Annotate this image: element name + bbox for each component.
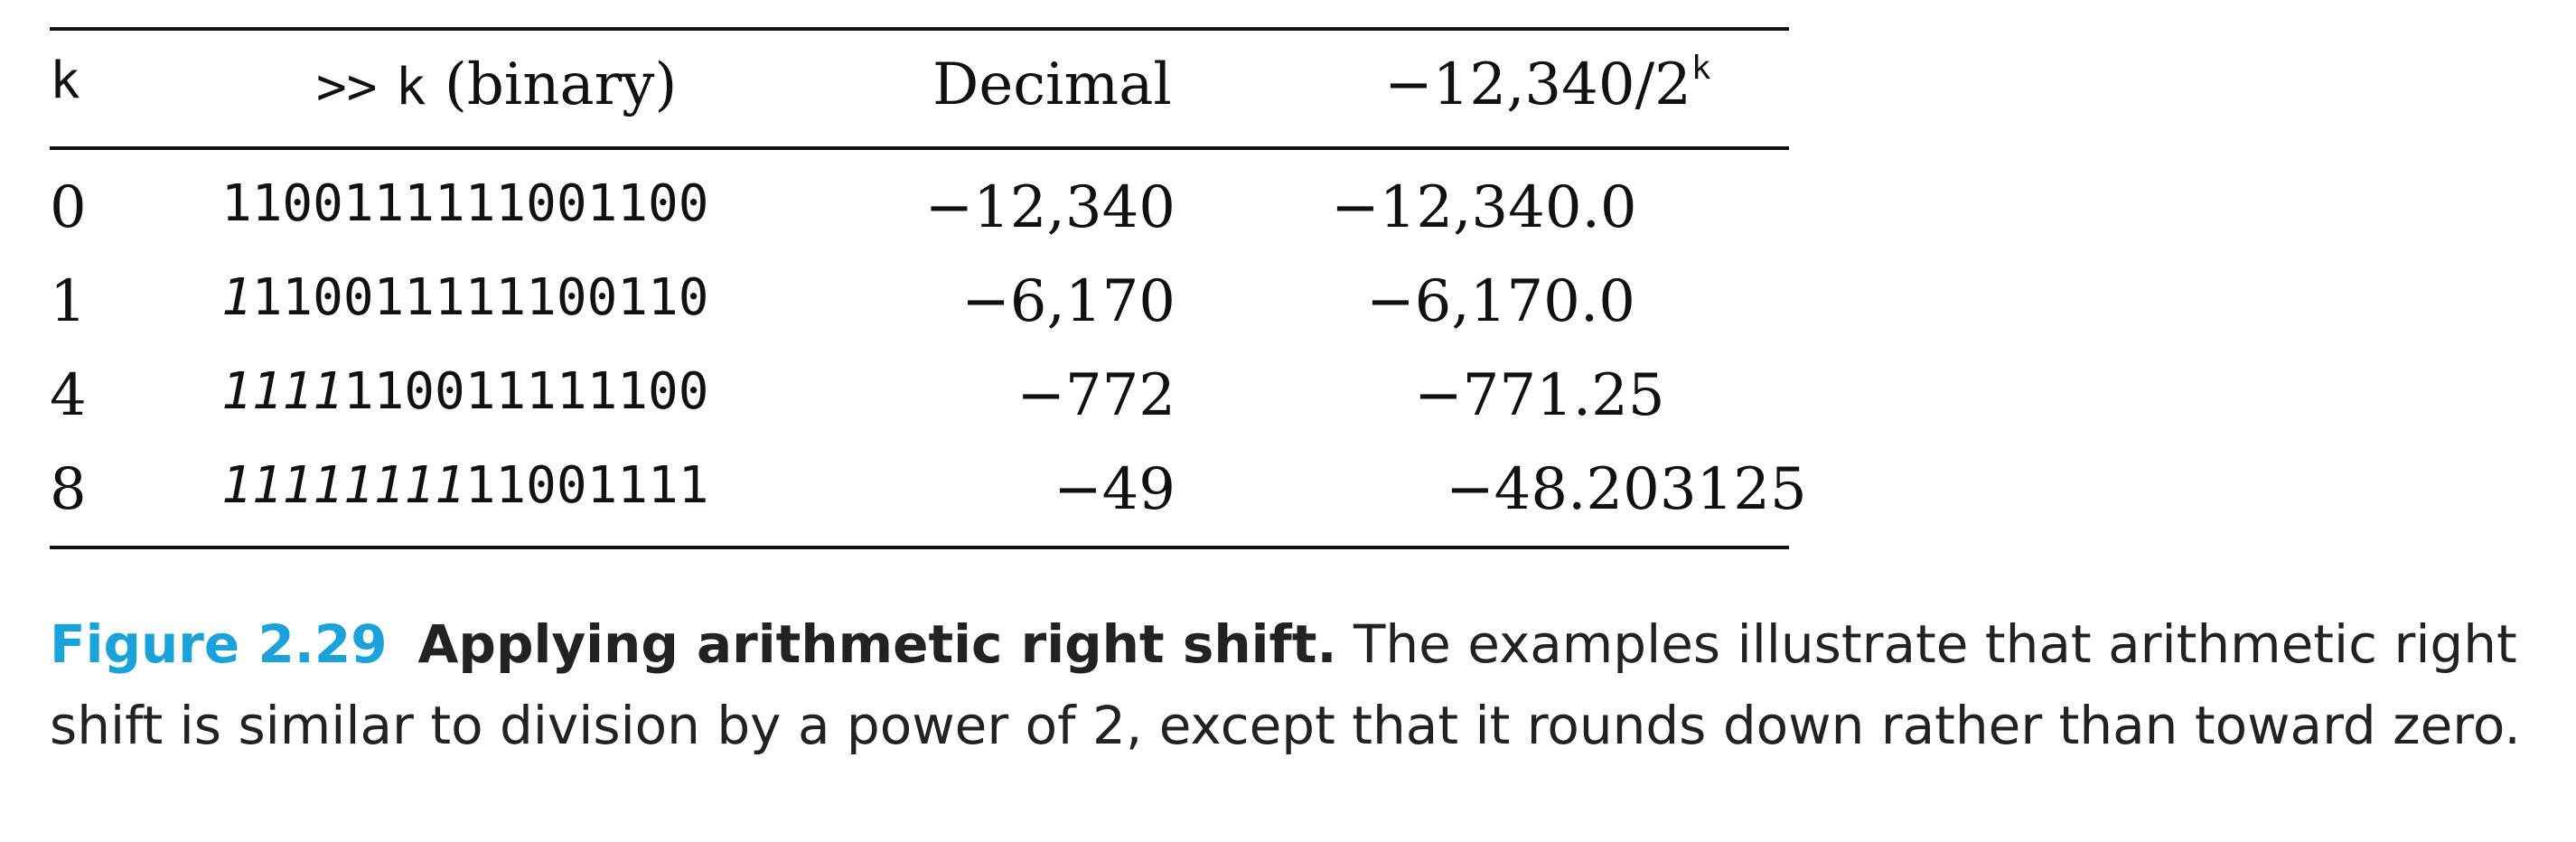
row-0-k: 0 — [50, 174, 87, 241]
row-2-binary-shifted: 1111 — [221, 362, 343, 421]
row-3-binary: 1111111111001111 — [221, 461, 708, 511]
header-division: −12,340/2k — [1384, 52, 1711, 115]
row-1-k: 1 — [50, 268, 87, 335]
row-3-k: 8 — [50, 456, 87, 523]
top-rule — [50, 27, 1789, 31]
row-2-decimal: −772 — [1016, 362, 1176, 429]
row-2-k: 4 — [50, 362, 87, 429]
row-3-binary-rest: 11001111 — [464, 456, 709, 515]
row-3-binary-shifted: 11111111 — [221, 456, 465, 515]
row-3-division: −48.203125 — [1446, 456, 1807, 523]
row-1-binary-shifted: 1 — [221, 268, 252, 327]
header-rule — [50, 146, 1789, 150]
bottom-rule — [50, 546, 1789, 549]
figure-title: Applying arithmetic right shift. — [417, 613, 1337, 675]
row-2-binary-rest: 110011111100 — [342, 362, 709, 421]
header-shift-var: k — [395, 58, 426, 117]
row-1-decimal: −6,170 — [961, 268, 1176, 335]
row-1-binary: 1110011111100110 — [221, 273, 708, 323]
figure-caption: Figure 2.29 Applying arithmetic right shi… — [50, 603, 2543, 766]
row-0-binary-rest: 1100111111001100 — [221, 174, 709, 233]
header-k: k — [50, 51, 80, 110]
header-shift: >> k (binary) — [316, 56, 677, 114]
header-shift-suffix: (binary) — [444, 51, 678, 118]
row-3-decimal: −49 — [1053, 456, 1176, 523]
header-division-base: −12,340/2 — [1384, 51, 1691, 118]
figure-label: Figure 2.29 — [50, 613, 388, 675]
row-2-binary: 1111110011111100 — [221, 367, 708, 417]
header-division-exponent: k — [1691, 50, 1711, 87]
row-0-binary: 1100111111001100 — [221, 179, 708, 229]
row-1-division: −6,170.0 — [1366, 268, 1635, 335]
row-2-division: −771.25 — [1414, 362, 1665, 429]
row-0-decimal: −12,340 — [924, 174, 1176, 241]
row-1-binary-rest: 110011111100110 — [251, 268, 709, 327]
header-decimal: Decimal — [932, 51, 1172, 118]
row-0-division: −12,340.0 — [1331, 174, 1637, 241]
header-shift-op: >> — [316, 58, 378, 117]
